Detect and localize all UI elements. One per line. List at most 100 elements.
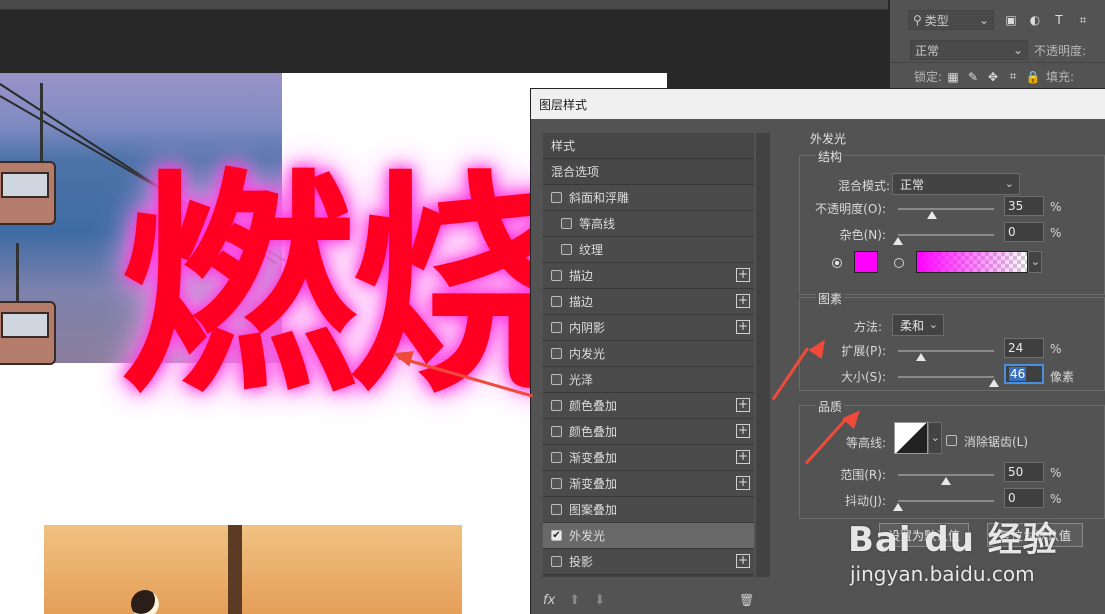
style-item[interactable]: 内发光 xyxy=(543,341,754,367)
add-effect-instance-button[interactable]: + xyxy=(736,398,750,412)
style-checkbox[interactable] xyxy=(551,426,562,437)
style-item[interactable]: 光泽 xyxy=(543,367,754,393)
structure-section: 结构 混合模式: 正常 ⌄ 不透明度(O): 35 % 杂色(N): 0 % ⌄ xyxy=(799,148,1105,295)
style-item[interactable]: ✔ 外发光 xyxy=(543,523,754,549)
style-checkbox[interactable] xyxy=(551,374,562,385)
layer-filter-select[interactable]: ⚲ 类型 ⌄ xyxy=(908,10,994,30)
elements-section: 图素 方法: 柔和 ⌄ 扩展(P): 24 % 大小(S): 46 像素 xyxy=(799,290,1105,391)
outer-glow-title: 外发光 xyxy=(808,130,849,147)
layer-blend-mode-value: 正常 xyxy=(915,43,940,58)
spread-slider-track[interactable] xyxy=(898,350,994,352)
lock-move-icon[interactable]: ✥ xyxy=(986,70,1000,84)
style-item[interactable]: 颜色叠加 + xyxy=(543,419,754,445)
gradient-radio[interactable] xyxy=(894,258,904,268)
style-item-label: 混合选项 xyxy=(551,165,600,179)
jitter-percent: % xyxy=(1050,492,1062,506)
blend-mode-select[interactable]: 正常 ⌄ xyxy=(892,173,1020,195)
style-checkbox[interactable] xyxy=(561,218,572,229)
type-filter-icon[interactable]: T xyxy=(1052,13,1066,27)
lock-artboard-icon[interactable]: ⌗ xyxy=(1006,69,1020,84)
contour-picker[interactable] xyxy=(894,422,928,454)
spread-slider-thumb[interactable] xyxy=(916,353,927,361)
style-item[interactable]: 颜色叠加 + xyxy=(543,393,754,419)
size-slider-thumb[interactable] xyxy=(989,379,999,387)
style-checkbox[interactable] xyxy=(551,556,562,567)
add-effect-instance-button[interactable]: + xyxy=(736,476,750,490)
style-item-label: 描边 xyxy=(569,269,594,283)
watermark-main-text: Bai du 经验 xyxy=(848,520,1058,560)
add-effect-instance-button[interactable]: + xyxy=(736,554,750,568)
lock-brush-icon[interactable]: ✎ xyxy=(966,70,980,84)
anti-alias-label: 消除锯齿(L) xyxy=(964,435,1029,449)
range-input[interactable]: 50 xyxy=(1004,462,1044,482)
street-pole xyxy=(228,525,242,614)
glow-gradient-picker[interactable] xyxy=(916,251,1028,273)
style-checkbox[interactable] xyxy=(551,348,562,359)
style-item[interactable]: 图案叠加 xyxy=(543,497,754,523)
add-effect-instance-button[interactable]: + xyxy=(736,294,750,308)
delete-effect-icon[interactable]: 🗑 xyxy=(739,593,754,607)
size-label: 大小(S): xyxy=(840,370,886,384)
noise-slider-track[interactable] xyxy=(898,234,994,236)
style-item[interactable]: 混合选项 xyxy=(543,159,754,185)
image-filter-icon[interactable]: ▣ xyxy=(1004,13,1018,27)
glowing-text-layer[interactable]: 燃烧 xyxy=(120,170,584,406)
noise-input[interactable]: 0 xyxy=(1004,222,1044,242)
style-item[interactable]: 等高线 xyxy=(543,211,754,237)
solid-color-radio[interactable] xyxy=(832,258,842,268)
layer-blend-mode-select[interactable]: 正常 ⌄ xyxy=(910,40,1028,60)
size-slider-track[interactable] xyxy=(898,376,994,378)
style-checkbox[interactable] xyxy=(551,296,562,307)
style-checkbox[interactable] xyxy=(561,244,572,255)
size-input[interactable]: 46 xyxy=(1004,364,1044,384)
baidu-jingyan-watermark: Bai du 经验 jingyan.baidu.com xyxy=(838,512,1078,592)
add-effect-instance-button[interactable]: + xyxy=(736,320,750,334)
jitter-input[interactable]: 0 xyxy=(1004,488,1044,508)
style-checkbox[interactable] xyxy=(551,322,562,333)
move-up-button[interactable]: ⬆ xyxy=(569,593,580,608)
style-item[interactable]: 纹理 xyxy=(543,237,754,263)
fx-button[interactable]: fx xyxy=(543,593,555,608)
gradient-dropdown[interactable]: ⌄ xyxy=(1028,251,1042,273)
style-item[interactable]: 渐变叠加 + xyxy=(543,471,754,497)
style-item[interactable]: 描边 + xyxy=(543,289,754,315)
style-checkbox[interactable] xyxy=(551,270,562,281)
lock-transparent-icon[interactable]: ▦ xyxy=(946,70,960,84)
adjustment-filter-icon[interactable]: ◐ xyxy=(1028,13,1042,27)
method-select[interactable]: 柔和 ⌄ xyxy=(892,314,944,336)
add-effect-instance-button[interactable]: + xyxy=(736,424,750,438)
shape-filter-icon[interactable]: ⌗ xyxy=(1076,13,1090,27)
style-item[interactable]: 描边 + xyxy=(543,263,754,289)
opacity-input[interactable]: 35 xyxy=(1004,196,1044,216)
contour-dropdown[interactable]: ⌄ xyxy=(928,422,942,454)
style-item[interactable]: 斜面和浮雕 xyxy=(543,185,754,211)
style-item[interactable]: 渐变叠加 + xyxy=(543,445,754,471)
style-checkbox[interactable] xyxy=(551,504,562,515)
move-down-button[interactable]: ⬇ xyxy=(594,593,605,608)
dialog-title-bar[interactable]: 图层样式 xyxy=(531,89,1105,119)
noise-slider-thumb[interactable] xyxy=(893,237,903,245)
style-item[interactable]: 样式 xyxy=(543,133,754,159)
chevron-down-icon: ⌄ xyxy=(1030,255,1040,268)
range-slider-thumb[interactable] xyxy=(941,477,951,485)
lock-all-icon[interactable]: 🔒 xyxy=(1026,70,1041,84)
range-label: 范围(R): xyxy=(840,468,886,482)
anti-alias-checkbox[interactable] xyxy=(946,435,957,446)
style-checkbox[interactable]: ✔ xyxy=(551,530,562,541)
range-slider-track[interactable] xyxy=(898,474,994,476)
style-item[interactable]: 内阴影 + xyxy=(543,315,754,341)
styles-list-scrollbar[interactable] xyxy=(756,133,770,577)
jitter-slider-track[interactable] xyxy=(898,500,994,502)
style-checkbox[interactable] xyxy=(551,478,562,489)
style-item[interactable]: 投影 + xyxy=(543,549,754,575)
style-checkbox[interactable] xyxy=(551,400,562,411)
opacity-slider-track[interactable] xyxy=(898,208,994,210)
style-checkbox[interactable] xyxy=(551,192,562,203)
style-checkbox[interactable] xyxy=(551,452,562,463)
jitter-slider-thumb[interactable] xyxy=(893,503,903,511)
glow-color-swatch[interactable] xyxy=(854,251,878,273)
spread-input[interactable]: 24 xyxy=(1004,338,1044,358)
add-effect-instance-button[interactable]: + xyxy=(736,268,750,282)
opacity-slider-thumb[interactable] xyxy=(926,211,937,219)
add-effect-instance-button[interactable]: + xyxy=(736,450,750,464)
